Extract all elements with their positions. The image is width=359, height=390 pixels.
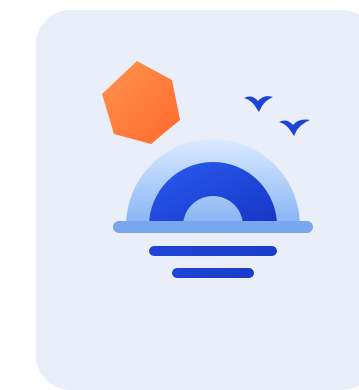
water-line	[149, 246, 277, 256]
water-line	[172, 268, 254, 278]
hexagon-shape	[102, 61, 180, 144]
bird-icon	[244, 96, 273, 112]
bird-icon	[279, 119, 310, 136]
horizon-bar	[113, 221, 313, 233]
sunset-over-water-icon	[102, 61, 313, 278]
